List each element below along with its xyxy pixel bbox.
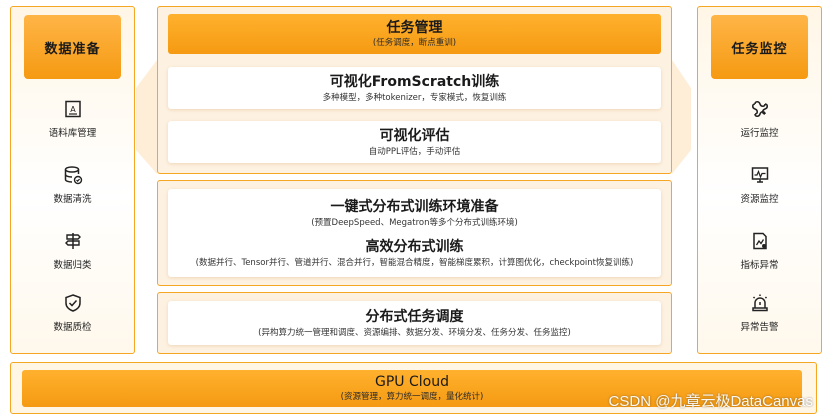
distributed-env-title: 一键式分布式训练环境准备 — [330, 198, 499, 215]
svg-text:A: A — [70, 105, 76, 114]
gpu-cloud-title: GPU Cloud — [375, 374, 449, 390]
task-monitoring-panel: 任务监控 运行监控 资源监控 指标异常 异常告警 — [697, 6, 822, 354]
visual-eval-subtitle: 自动PPL评估，手动评估 — [368, 146, 461, 157]
watermark: CSDN @九章云极DataCanvas — [608, 393, 813, 410]
efficient-training-title: 高效分布式训练 — [365, 238, 464, 255]
left-item-label: 语料库管理 — [48, 128, 97, 139]
task-management-title: 任务管理 — [386, 20, 443, 36]
task-management-card[interactable]: 任务管理 (任务调度，断点重训) — [168, 14, 661, 54]
left-item-label: 数据归类 — [53, 260, 92, 271]
left-item-corpus[interactable]: A 语料库管理 — [11, 99, 134, 139]
distributed-scheduling-title: 分布式任务调度 — [365, 308, 464, 325]
alarm-icon — [751, 294, 768, 312]
right-item-label: 异常告警 — [740, 322, 779, 333]
task-management-subtitle: (任务调度，断点重训) — [372, 38, 457, 48]
right-item-resource-monitor[interactable]: 资源监控 — [698, 165, 821, 205]
right-item-label: 资源监控 — [740, 194, 779, 205]
right-item-metric-anomaly[interactable]: 指标异常 — [698, 231, 821, 271]
right-item-label: 指标异常 — [740, 260, 779, 271]
left-item-label: 数据清洗 — [53, 194, 92, 205]
distributed-env-subtitle: (预置DeepSpeed、Megatron等多个分布式训练环境) — [311, 217, 518, 228]
distributed-training-card[interactable]: 一键式分布式训练环境准备 (预置DeepSpeed、Megatron等多个分布式… — [168, 189, 661, 277]
left-item-cleaning[interactable]: 数据清洗 — [11, 165, 134, 205]
right-item-label: 运行监控 — [740, 128, 779, 139]
shield-check-icon — [64, 294, 81, 312]
right-item-alarm[interactable]: 异常告警 — [698, 293, 821, 333]
run-monitor-icon — [751, 100, 768, 118]
data-preparation-panel: 数据准备 A 语料库管理 数据清洗 数据归类 数据质检 — [10, 6, 135, 354]
signpost-icon — [64, 233, 81, 249]
metric-anomaly-icon — [752, 232, 767, 250]
left-item-label: 数据质检 — [53, 322, 92, 333]
gpu-cloud-subtitle: (资源管理，算力统一调度，量化统计) — [340, 392, 484, 402]
distributed-scheduling-card[interactable]: 分布式任务调度 (异构算力统一管理和调度、资源编排、数据分发、环境分发、任务分发… — [168, 301, 661, 345]
database-check-icon — [64, 166, 82, 185]
visual-training-title: 可视化FromScratch训练 — [329, 73, 500, 90]
distributed-training-group: 一键式分布式训练环境准备 (预置DeepSpeed、Megatron等多个分布式… — [157, 180, 672, 286]
visual-eval-card[interactable]: 可视化评估 自动PPL评估，手动评估 — [168, 121, 661, 163]
task-monitoring-title: 任务监控 — [711, 15, 808, 79]
visual-training-subtitle: 多种模型，多种tokenizer，专家模式，恢复训练 — [322, 92, 507, 103]
visual-training-card[interactable]: 可视化FromScratch训练 多种模型，多种tokenizer，专家模式，恢… — [168, 67, 661, 109]
corpus-doc-icon: A — [64, 100, 81, 118]
right-item-run-monitor[interactable]: 运行监控 — [698, 99, 821, 139]
efficient-training-subtitle: (数据并行、Tensor并行、管道并行、混合并行，智能混合精度，智能梯度累积，计… — [195, 257, 634, 268]
left-item-quality[interactable]: 数据质检 — [11, 293, 134, 333]
training-group: 任务管理 (任务调度，断点重训) 可视化FromScratch训练 多种模型，多… — [157, 6, 672, 174]
left-item-classify[interactable]: 数据归类 — [11, 231, 134, 271]
scheduling-group: 分布式任务调度 (异构算力统一管理和调度、资源编排、数据分发、环境分发、任务分发… — [157, 292, 672, 354]
distributed-scheduling-subtitle: (异构算力统一管理和调度、资源编排、数据分发、环境分发、任务分发、任务监控) — [258, 327, 571, 338]
resource-monitor-icon — [751, 167, 768, 183]
data-preparation-title: 数据准备 — [24, 15, 121, 79]
visual-eval-title: 可视化评估 — [379, 127, 450, 144]
